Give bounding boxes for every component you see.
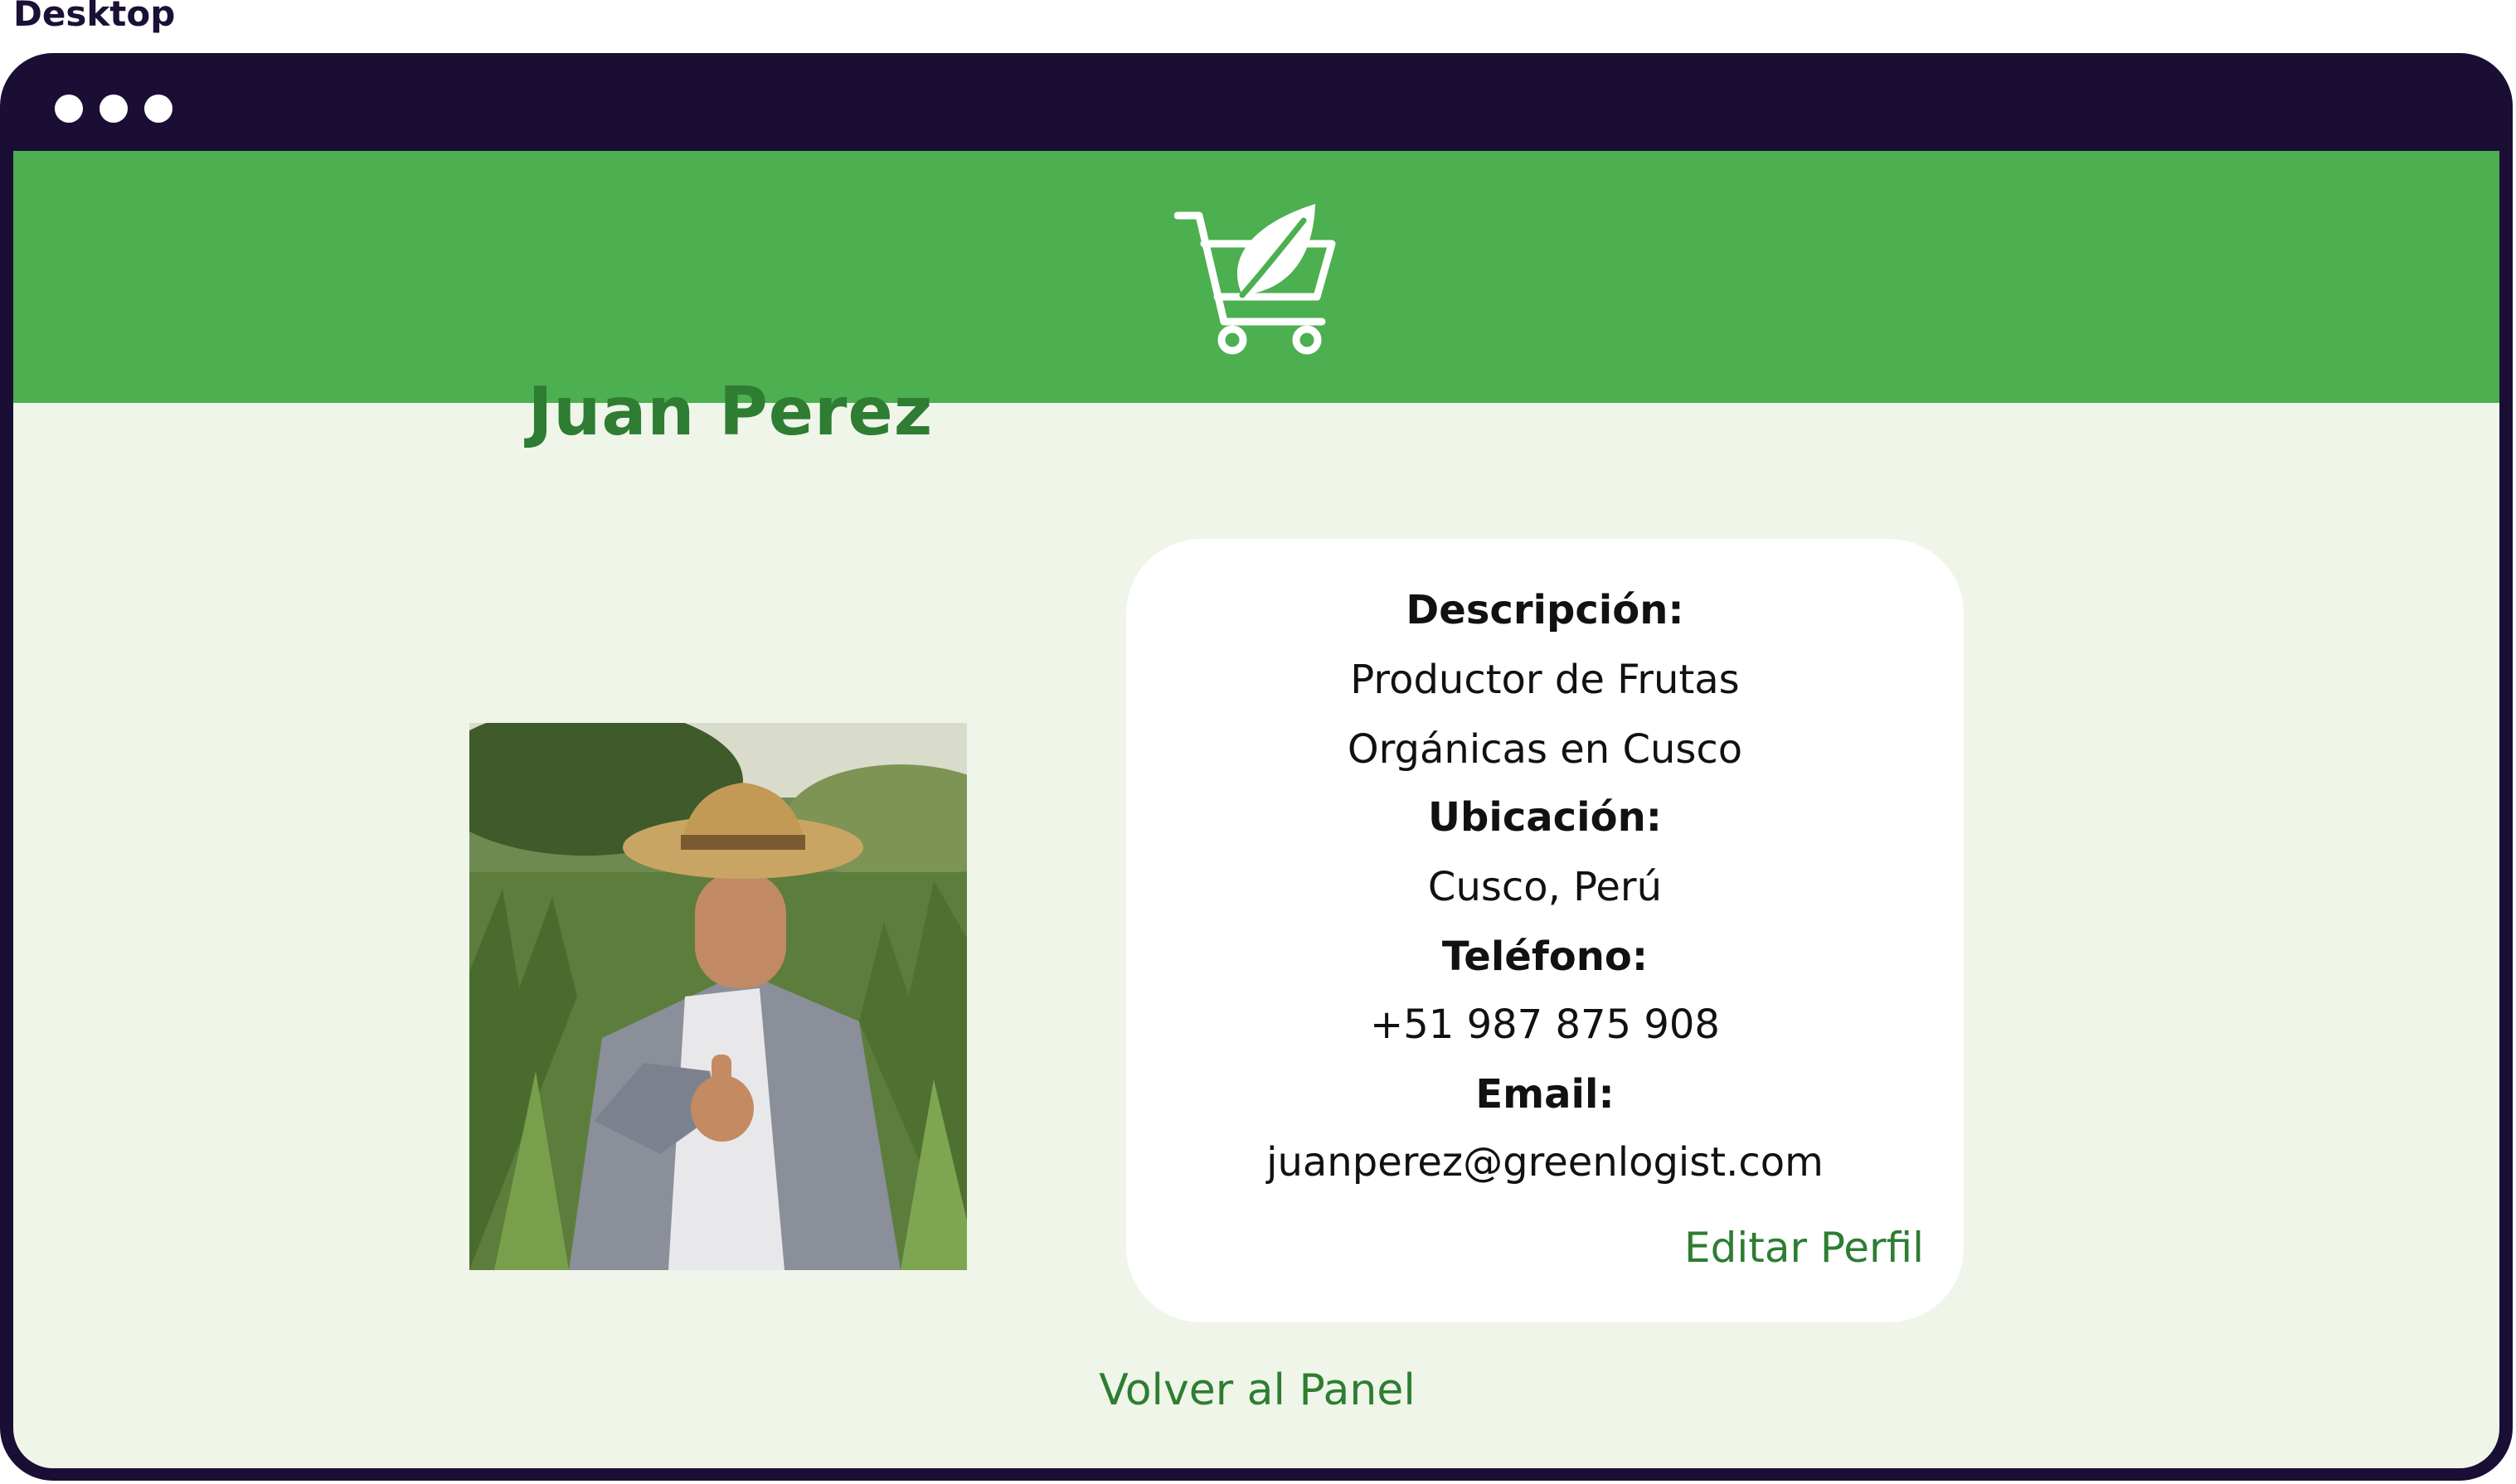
phone-value: +51 987 875 908 <box>1370 1001 1720 1048</box>
description-line-1: Productor de Frutas <box>1350 657 1740 703</box>
email-value: juanperez@greenlogist.com <box>1266 1139 1824 1186</box>
browser-window: Juan Perez Descripción: Productor de Fru… <box>0 53 2513 1481</box>
page-viewport: Juan Perez Descripción: Productor de Fru… <box>13 151 2499 1468</box>
email-label: Email: <box>1475 1071 1615 1118</box>
producer-name: Juan Perez <box>527 373 934 450</box>
cart-leaf-icon[interactable] <box>1174 197 1340 355</box>
frame-label: Desktop <box>13 0 176 34</box>
back-to-panel-link[interactable]: Volver al Panel <box>925 1365 1589 1415</box>
site-header <box>13 151 2499 403</box>
window-titlebar <box>0 53 2513 151</box>
window-dot-maximize[interactable] <box>144 95 172 123</box>
profile-details-card: Descripción: Productor de Frutas Orgánic… <box>1126 539 1964 1322</box>
window-dot-close[interactable] <box>55 95 83 123</box>
description-line-2: Orgánicas en Cusco <box>1347 726 1743 773</box>
description-label: Descripción: <box>1406 587 1684 633</box>
edit-profile-link[interactable]: Editar Perfil <box>1684 1224 1924 1272</box>
phone-label: Teléfono: <box>1441 934 1649 980</box>
location-value: Cusco, Perú <box>1427 864 1663 910</box>
location-label: Ubicación: <box>1428 794 1662 841</box>
farmer-photo <box>469 723 967 1270</box>
window-dot-minimize[interactable] <box>100 95 128 123</box>
